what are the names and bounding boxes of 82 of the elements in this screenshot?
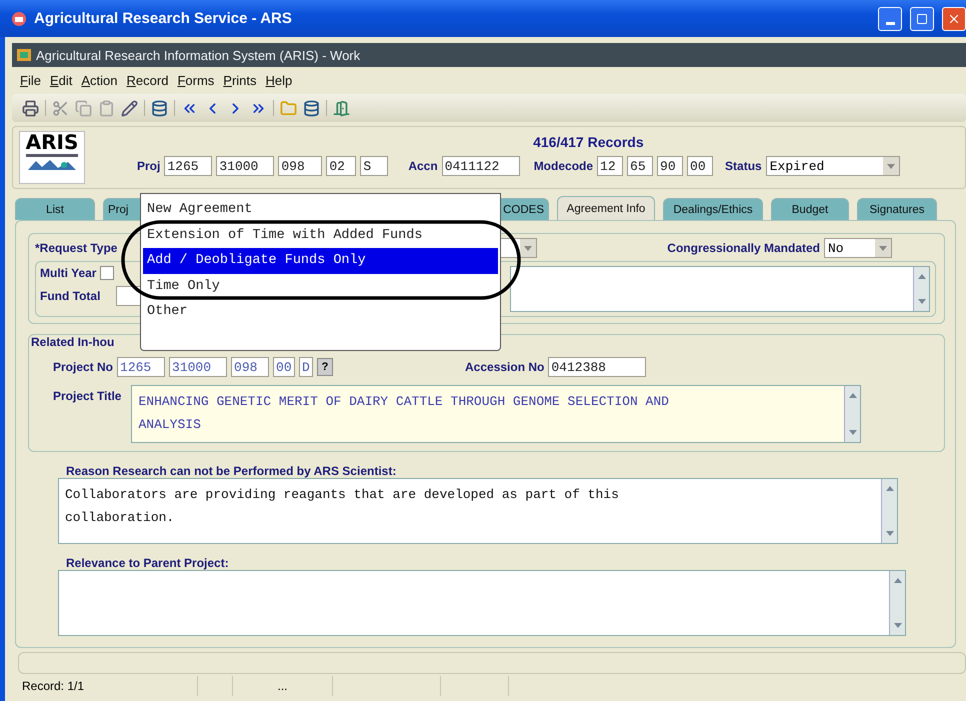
folder-icon[interactable] — [280, 100, 297, 116]
proj-label: Proj — [137, 159, 160, 173]
pencil-icon[interactable] — [121, 100, 138, 116]
window-title: Agricultural Research Service - ARS — [34, 10, 293, 27]
multi-year-label: Multi Year — [40, 266, 96, 280]
logo-text: ARIS — [26, 132, 78, 152]
dropdown-option[interactable]: Extension of Time with Added Funds — [143, 222, 498, 248]
menu-item[interactable]: Edit — [50, 73, 72, 88]
accn-field[interactable]: 0411122 — [442, 156, 520, 176]
modecode-field[interactable]: 65 — [627, 156, 654, 176]
help-button[interactable]: ? — [317, 358, 334, 376]
proj-field[interactable]: S — [360, 156, 388, 176]
scrollbar[interactable] — [913, 267, 929, 311]
fund-total-label: Fund Total — [40, 289, 100, 303]
mandated-select[interactable]: No — [824, 238, 892, 258]
menu-item[interactable]: Action — [81, 73, 118, 88]
proj-field[interactable]: 02 — [326, 156, 356, 176]
menu-item[interactable]: Record — [126, 73, 168, 88]
tab[interactable]: Signatures — [857, 198, 937, 220]
modecode-field[interactable]: 12 — [597, 156, 624, 176]
modecode-field[interactable]: 90 — [657, 156, 684, 176]
dropdown-option[interactable]: Other — [143, 299, 498, 324]
tab[interactable]: Agreement Info — [557, 196, 655, 220]
maximize-icon — [916, 12, 928, 24]
status-label: Status — [725, 159, 762, 173]
project-no-label: Project No — [53, 360, 114, 374]
reason-field[interactable]: Collaborators are providing reagants that are developed as part of this collaboration. — [58, 478, 898, 544]
status-select[interactable]: Expired — [766, 156, 900, 176]
proj-field[interactable]: 098 — [278, 156, 322, 176]
records-count: 416/417 Records — [533, 134, 644, 150]
scrollbar[interactable] — [844, 386, 860, 442]
text-area[interactable] — [510, 266, 930, 312]
copy-icon[interactable] — [75, 100, 92, 116]
mandated-label: Congressionally Mandated — [667, 241, 820, 255]
tab[interactable]: Dealings/Ethics — [663, 198, 763, 220]
maximize-button[interactable] — [910, 6, 934, 30]
menu-item[interactable]: File — [20, 73, 41, 88]
dropdown-option[interactable]: Time Only — [143, 274, 498, 299]
scrollbar[interactable] — [881, 479, 897, 543]
minimize-button[interactable] — [878, 6, 902, 30]
database-icon[interactable] — [303, 100, 320, 116]
record-status: Record: 1/1 — [18, 676, 198, 696]
request-type-label: *Request Type — [35, 241, 118, 255]
close-button[interactable] — [942, 6, 966, 30]
project-no-field[interactable]: D — [299, 357, 314, 377]
accession-no-label: Accession No — [465, 360, 544, 374]
printer-icon[interactable] — [22, 100, 39, 116]
proj-field[interactable]: 1265 — [164, 156, 212, 176]
relevance-label: Relevance to Parent Project: — [66, 556, 230, 570]
minimize-icon — [886, 22, 894, 25]
modecode-label: Modecode — [534, 159, 594, 173]
reason-text: Collaborators are providing reagants that are developed as part of this collaboration. — [64, 486, 620, 527]
project-title-text: ENHANCING GENETIC MERIT OF DAIRY CATTLE THROUGH GENOME SELECTION AND ANALYSIS — [137, 393, 670, 434]
project-title-label: Project Title — [53, 389, 122, 403]
accn-label: Accn — [408, 159, 438, 173]
multi-year-checkbox[interactable] — [100, 266, 114, 280]
menu-item[interactable]: Help — [266, 73, 292, 88]
database-icon[interactable] — [151, 100, 168, 116]
menu-item[interactable]: Prints — [223, 73, 257, 88]
reason-label: Reason Research can not be Performed by ARS Scientist: — [66, 464, 398, 478]
accession-no-field[interactable]: 0412388 — [548, 357, 646, 377]
project-no-field[interactable]: 1265 — [117, 357, 166, 377]
tab[interactable]: Budget — [771, 198, 849, 220]
dropdown-option[interactable]: Add / Deobligate Funds Only — [143, 248, 498, 274]
project-title-field[interactable]: ENHANCING GENETIC MERIT OF DAIRY CATTLE THROUGH GENOME SELECTION AND ANALYSIS — [131, 385, 862, 443]
menu-item[interactable]: Forms — [177, 73, 214, 88]
tab[interactable]: List — [15, 198, 95, 220]
door-icon[interactable] — [333, 100, 350, 116]
project-no-field[interactable]: 00 — [273, 357, 296, 377]
app-icon — [16, 48, 32, 62]
app-icon — [10, 10, 28, 28]
app-title: Agricultural Research Information System (ARIS) - Work — [36, 48, 360, 62]
project-no-field[interactable]: 31000 — [169, 357, 228, 377]
related-legend: Related In-hou — [31, 335, 934, 349]
clipboard-icon[interactable] — [98, 100, 115, 116]
status-cell: ... — [233, 676, 333, 696]
project-no-field[interactable]: 098 — [231, 357, 270, 377]
scissors-icon[interactable] — [52, 100, 69, 116]
relevance-field[interactable] — [58, 570, 906, 636]
modecode-field[interactable]: 00 — [687, 156, 714, 176]
proj-field[interactable]: 31000 — [216, 156, 274, 176]
scrollbar[interactable] — [889, 571, 905, 635]
